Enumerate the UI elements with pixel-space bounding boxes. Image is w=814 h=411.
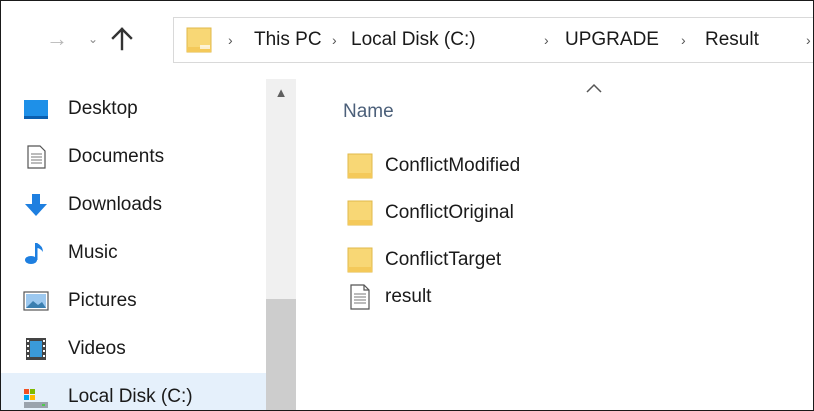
forward-button[interactable]: → [45,27,69,51]
breadcrumb-separator-icon[interactable]: › [228,18,233,62]
breadcrumb-local-disk[interactable]: Local Disk (C:) [351,18,476,62]
nav-scrollbar[interactable]: ▲ [266,79,296,410]
local-disk-icon [24,389,48,408]
scroll-up-button[interactable]: ▲ [266,79,296,107]
sidebar-item-videos[interactable]: Videos [1,325,266,373]
music-icon [25,243,43,264]
sort-ascending-icon [586,83,602,93]
file-name: ConflictOriginal [385,202,514,223]
folder-icon [347,153,373,179]
videos-icon [26,338,46,360]
arrow-right-icon: → [46,26,68,51]
sidebar-item-label: Desktop [68,98,138,119]
downloads-icon [25,194,47,216]
breadcrumb-upgrade[interactable]: UPGRADE [565,18,659,62]
arrow-up-icon [111,27,133,51]
sidebar-item-documents[interactable]: Documents [1,133,266,181]
documents-icon [27,145,46,169]
sidebar-item-label: Music [68,242,118,263]
file-row-file[interactable]: result [339,276,809,318]
file-name: ConflictModified [385,155,521,176]
folder-icon [186,27,212,53]
breadcrumb-separator-icon[interactable]: › [544,18,549,62]
chevron-up-icon: ▲ [274,85,288,100]
breadcrumb-result[interactable]: Result [705,18,759,62]
folder-icon [347,200,373,226]
recent-locations-button[interactable]: ⌄ [83,27,103,51]
sidebar-item-pictures[interactable]: Pictures [1,277,266,325]
scrollbar-thumb[interactable] [266,299,296,410]
up-button[interactable] [108,25,136,53]
pictures-icon [23,291,49,311]
breadcrumb-separator-icon[interactable]: › [806,18,811,62]
column-header-name[interactable]: Name [343,97,394,127]
file-row-folder[interactable]: ConflictOriginal [339,192,809,234]
breadcrumb-separator-icon[interactable]: › [332,18,337,62]
breadcrumb-this-pc[interactable]: This PC [254,18,322,62]
sidebar-item-music[interactable]: Music [1,229,266,277]
chevron-down-icon: ⌄ [87,32,99,46]
text-file-icon [350,284,370,310]
sidebar-item-desktop[interactable]: Desktop [1,85,266,133]
breadcrumb-separator-icon[interactable]: › [681,18,686,62]
sidebar-item-label: Pictures [68,290,137,311]
file-name: ConflictTarget [385,249,502,270]
sidebar-item-downloads[interactable]: Downloads [1,181,266,229]
desktop-icon [24,100,48,119]
address-row: → ⌄ › This PC › Local Disk (C:) › UPGRAD… [1,1,813,79]
file-row-folder[interactable]: ConflictModified [339,145,809,187]
file-row-folder[interactable]: ConflictTarget [339,239,809,281]
sidebar-item-label: Videos [68,338,126,359]
sidebar-item-label: Downloads [68,194,162,215]
file-name: result [385,286,432,307]
sidebar-item-local-disk[interactable]: Local Disk (C:) [1,373,266,410]
sidebar-item-label: Documents [68,146,165,167]
file-list-pane: Name ConflictModified ConflictOriginal C… [301,79,813,410]
address-bar[interactable]: › This PC › Local Disk (C:) › UPGRADE › … [173,17,813,63]
file-explorer-window: → ⌄ › This PC › Local Disk (C:) › UPGRAD… [0,0,814,411]
sidebar-item-label: Local Disk (C:) [68,386,193,407]
folder-icon [347,247,373,273]
navigation-pane: Desktop Documents Downloads Music Pictur… [1,79,301,410]
